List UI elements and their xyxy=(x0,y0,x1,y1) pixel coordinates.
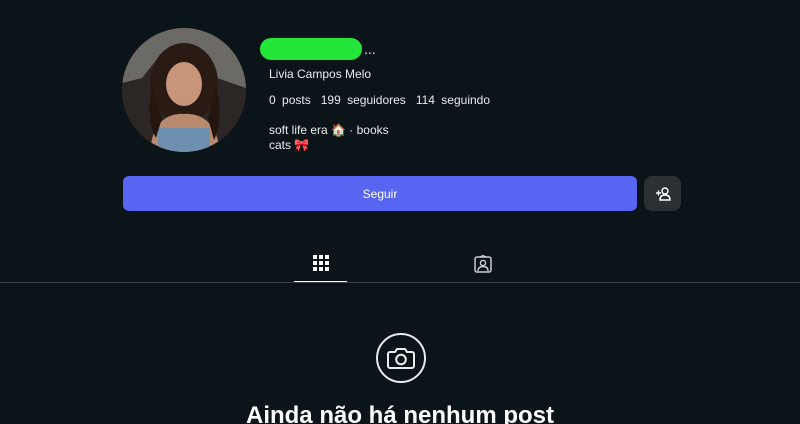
following-count: 114 xyxy=(415,93,435,107)
camera-icon xyxy=(387,348,415,369)
posts-stat: 0 posts xyxy=(269,93,311,107)
tabs-divider xyxy=(0,282,800,283)
suggest-users-button[interactable] xyxy=(644,176,681,211)
follow-button[interactable]: Seguir xyxy=(123,176,637,211)
followers-count: 199 xyxy=(320,93,341,107)
avatar-photo xyxy=(122,28,246,152)
display-name: Livia Campos Melo xyxy=(269,67,372,81)
empty-state-title: Ainda não há nenhum post xyxy=(245,402,554,424)
username-redaction xyxy=(260,38,362,60)
following-stat[interactable]: 114 seguindo xyxy=(416,93,490,107)
tab-tagged[interactable] xyxy=(456,252,509,283)
bio: soft life era 🏠 · books cats 🎀 xyxy=(269,123,389,153)
avatar[interactable] xyxy=(122,28,246,152)
tab-posts[interactable] xyxy=(294,252,347,283)
username-ellipsis: ... xyxy=(364,41,376,57)
profile-page: ... Livia Campos Melo 0 posts 199 seguid… xyxy=(0,0,800,424)
bio-line: cats 🎀 xyxy=(269,138,310,152)
followers-stat[interactable]: 199 seguidores xyxy=(321,93,406,107)
following-label: seguindo xyxy=(441,93,491,107)
grid-icon xyxy=(312,255,329,271)
profile-stats: 0 posts 199 seguidores 114 seguindo xyxy=(269,93,490,107)
empty-state-icon-wrapper xyxy=(376,333,426,383)
posts-count: 0 xyxy=(269,93,276,107)
bio-line: soft life era 🏠 · books xyxy=(269,123,389,137)
posts-label: posts xyxy=(282,93,311,107)
tagged-user-icon xyxy=(473,255,492,273)
username: ... xyxy=(260,38,376,60)
followers-label: seguidores xyxy=(347,93,406,107)
add-user-icon xyxy=(655,186,671,201)
